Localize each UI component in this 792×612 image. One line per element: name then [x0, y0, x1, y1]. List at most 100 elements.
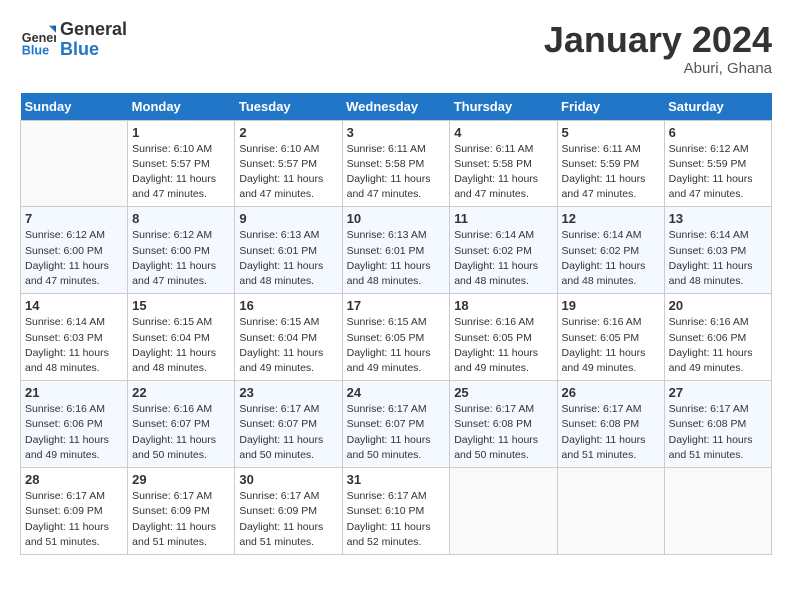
- day-number: 20: [669, 298, 767, 313]
- day-cell: 4Sunrise: 6:11 AMSunset: 5:58 PMDaylight…: [450, 120, 557, 207]
- day-cell: 11 Sunrise: 6:14 AMSunset: 6:02 PMDayligh…: [450, 207, 557, 294]
- title-block: January 2024 Aburi, Ghana: [544, 20, 772, 77]
- day-number: 10: [347, 211, 446, 226]
- day-cell: 1Sunrise: 6:10 AMSunset: 5:57 PMDaylight…: [128, 120, 235, 207]
- day-number: 16: [239, 298, 337, 313]
- day-number: 14: [25, 298, 123, 313]
- day-cell: 12Sunrise: 6:14 AMSunset: 6:02 PMDayligh…: [557, 207, 664, 294]
- day-info: Sunrise: 6:17 AMSunset: 6:09 PMDaylight:…: [25, 489, 123, 550]
- day-number: 23: [239, 385, 337, 400]
- calendar-title: January 2024: [544, 20, 772, 60]
- col-header-monday: Monday: [128, 93, 235, 121]
- day-info: Sunrise: 6:17 AMSunset: 6:07 PMDaylight:…: [347, 402, 446, 463]
- day-number: 18: [454, 298, 552, 313]
- week-row-5: 28 Sunrise: 6:17 AMSunset: 6:09 PMDayligh…: [21, 468, 772, 555]
- day-number: 25: [454, 385, 552, 400]
- day-info: Sunrise: 6:16 AMSunset: 6:05 PMDaylight:…: [454, 315, 552, 376]
- week-row-2: 7 Sunrise: 6:12 AMSunset: 6:00 PMDaylight…: [21, 207, 772, 294]
- day-info: Sunrise: 6:17 AMSunset: 6:10 PMDaylight:…: [347, 489, 446, 550]
- day-cell: 18 Sunrise: 6:16 AMSunset: 6:05 PMDayligh…: [450, 294, 557, 381]
- day-info: Sunrise: 6:11 AMSunset: 5:58 PMDaylight:…: [347, 142, 446, 203]
- day-info: Sunrise: 6:16 AMSunset: 6:05 PMDaylight:…: [562, 315, 660, 376]
- day-number: 29: [132, 472, 230, 487]
- logo-line1: General: [60, 20, 127, 40]
- day-cell: 6 Sunrise: 6:12 AMSunset: 5:59 PMDaylight…: [664, 120, 771, 207]
- col-header-thursday: Thursday: [450, 93, 557, 121]
- day-cell: [557, 468, 664, 555]
- day-number: 7: [25, 211, 123, 226]
- day-info: Sunrise: 6:16 AMSunset: 6:06 PMDaylight:…: [669, 315, 767, 376]
- day-info: Sunrise: 6:10 AMSunset: 5:57 PMDaylight:…: [132, 142, 230, 203]
- day-info: Sunrise: 6:12 AMSunset: 5:59 PMDaylight:…: [669, 142, 767, 203]
- col-header-sunday: Sunday: [21, 93, 128, 121]
- day-number: 6: [669, 125, 767, 140]
- day-cell: 20 Sunrise: 6:16 AMSunset: 6:06 PMDayligh…: [664, 294, 771, 381]
- day-number: 8: [132, 211, 230, 226]
- day-number: 11: [454, 211, 552, 226]
- day-info: Sunrise: 6:17 AMSunset: 6:08 PMDaylight:…: [562, 402, 660, 463]
- day-cell: 21 Sunrise: 6:16 AMSunset: 6:06 PMDayligh…: [21, 381, 128, 468]
- day-number: 9: [239, 211, 337, 226]
- day-cell: 8 Sunrise: 6:12 AMSunset: 6:00 PMDaylight…: [128, 207, 235, 294]
- day-info: Sunrise: 6:17 AMSunset: 6:09 PMDaylight:…: [132, 489, 230, 550]
- day-info: Sunrise: 6:17 AMSunset: 6:07 PMDaylight:…: [239, 402, 337, 463]
- column-headers: SundayMondayTuesdayWednesdayThursdayFrid…: [21, 93, 772, 121]
- page-header: General Blue General Blue January 2024 A…: [20, 20, 772, 77]
- svg-text:Blue: Blue: [22, 43, 49, 57]
- day-cell: 31 Sunrise: 6:17 AMSunset: 6:10 PMDayligh…: [342, 468, 450, 555]
- day-cell: 29 Sunrise: 6:17 AMSunset: 6:09 PMDayligh…: [128, 468, 235, 555]
- day-info: Sunrise: 6:12 AMSunset: 6:00 PMDaylight:…: [132, 228, 230, 289]
- day-number: 31: [347, 472, 446, 487]
- day-number: 28: [25, 472, 123, 487]
- day-cell: 26 Sunrise: 6:17 AMSunset: 6:08 PMDayligh…: [557, 381, 664, 468]
- day-cell: 19 Sunrise: 6:16 AMSunset: 6:05 PMDayligh…: [557, 294, 664, 381]
- col-header-wednesday: Wednesday: [342, 93, 450, 121]
- day-info: Sunrise: 6:15 AMSunset: 6:04 PMDaylight:…: [132, 315, 230, 376]
- day-cell: 25 Sunrise: 6:17 AMSunset: 6:08 PMDayligh…: [450, 381, 557, 468]
- day-cell: 9Sunrise: 6:13 AMSunset: 6:01 PMDaylight…: [235, 207, 342, 294]
- day-cell: [450, 468, 557, 555]
- day-cell: 28 Sunrise: 6:17 AMSunset: 6:09 PMDayligh…: [21, 468, 128, 555]
- day-number: 4: [454, 125, 552, 140]
- day-number: 5: [562, 125, 660, 140]
- day-number: 21: [25, 385, 123, 400]
- day-cell: 27 Sunrise: 6:17 AMSunset: 6:08 PMDayligh…: [664, 381, 771, 468]
- day-cell: 17Sunrise: 6:15 AMSunset: 6:05 PMDayligh…: [342, 294, 450, 381]
- day-cell: 22Sunrise: 6:16 AMSunset: 6:07 PMDayligh…: [128, 381, 235, 468]
- day-number: 24: [347, 385, 446, 400]
- day-info: Sunrise: 6:14 AMSunset: 6:02 PMDaylight:…: [454, 228, 552, 289]
- day-cell: 7 Sunrise: 6:12 AMSunset: 6:00 PMDaylight…: [21, 207, 128, 294]
- day-info: Sunrise: 6:14 AMSunset: 6:03 PMDaylight:…: [25, 315, 123, 376]
- logo-line2: Blue: [60, 40, 127, 60]
- day-info: Sunrise: 6:13 AMSunset: 6:01 PMDaylight:…: [347, 228, 446, 289]
- day-cell: 5 Sunrise: 6:11 AMSunset: 5:59 PMDaylight…: [557, 120, 664, 207]
- logo: General Blue General Blue: [20, 20, 127, 60]
- day-cell: [21, 120, 128, 207]
- col-header-friday: Friday: [557, 93, 664, 121]
- day-cell: 13Sunrise: 6:14 AMSunset: 6:03 PMDayligh…: [664, 207, 771, 294]
- day-cell: 2Sunrise: 6:10 AMSunset: 5:57 PMDaylight…: [235, 120, 342, 207]
- day-cell: 16Sunrise: 6:15 AMSunset: 6:04 PMDayligh…: [235, 294, 342, 381]
- day-info: Sunrise: 6:14 AMSunset: 6:03 PMDaylight:…: [669, 228, 767, 289]
- day-cell: 15 Sunrise: 6:15 AMSunset: 6:04 PMDayligh…: [128, 294, 235, 381]
- calendar-table: SundayMondayTuesdayWednesdayThursdayFrid…: [20, 93, 772, 555]
- day-cell: 30Sunrise: 6:17 AMSunset: 6:09 PMDayligh…: [235, 468, 342, 555]
- day-number: 19: [562, 298, 660, 313]
- day-number: 15: [132, 298, 230, 313]
- day-info: Sunrise: 6:16 AMSunset: 6:07 PMDaylight:…: [132, 402, 230, 463]
- day-info: Sunrise: 6:11 AMSunset: 5:59 PMDaylight:…: [562, 142, 660, 203]
- day-number: 2: [239, 125, 337, 140]
- day-info: Sunrise: 6:16 AMSunset: 6:06 PMDaylight:…: [25, 402, 123, 463]
- day-info: Sunrise: 6:15 AMSunset: 6:05 PMDaylight:…: [347, 315, 446, 376]
- week-row-3: 14 Sunrise: 6:14 AMSunset: 6:03 PMDayligh…: [21, 294, 772, 381]
- day-number: 26: [562, 385, 660, 400]
- day-cell: 24 Sunrise: 6:17 AMSunset: 6:07 PMDayligh…: [342, 381, 450, 468]
- day-info: Sunrise: 6:14 AMSunset: 6:02 PMDaylight:…: [562, 228, 660, 289]
- day-info: Sunrise: 6:17 AMSunset: 6:08 PMDaylight:…: [454, 402, 552, 463]
- day-info: Sunrise: 6:17 AMSunset: 6:08 PMDaylight:…: [669, 402, 767, 463]
- day-info: Sunrise: 6:12 AMSunset: 6:00 PMDaylight:…: [25, 228, 123, 289]
- day-number: 30: [239, 472, 337, 487]
- day-number: 3: [347, 125, 446, 140]
- day-number: 27: [669, 385, 767, 400]
- calendar-subtitle: Aburi, Ghana: [544, 60, 772, 77]
